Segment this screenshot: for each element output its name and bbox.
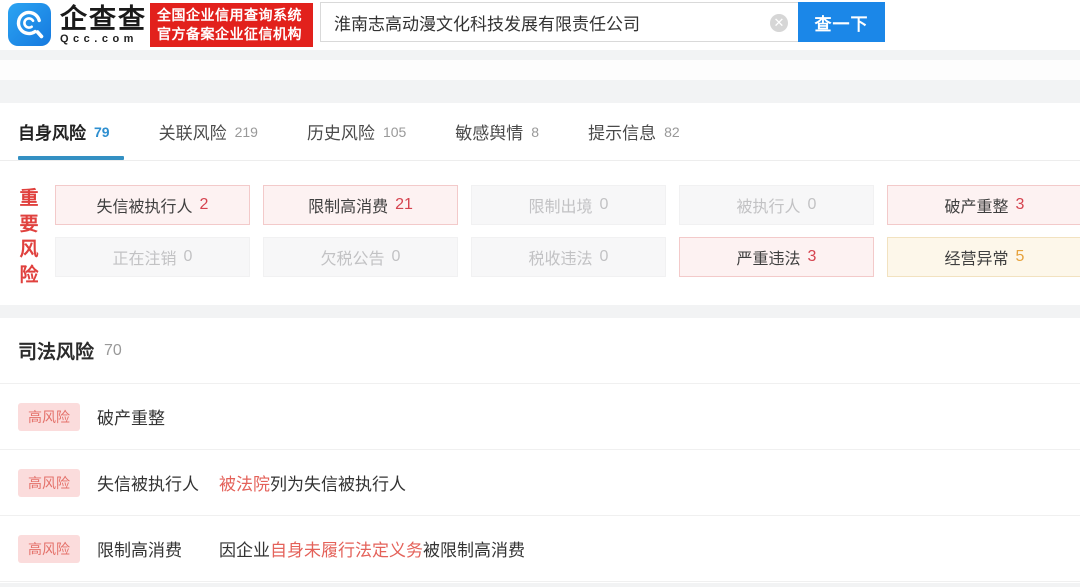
risk-button-label: 税收违法 [529, 245, 593, 269]
search-input[interactable] [321, 3, 798, 41]
risk-desc-segment: 被限制高消费 [423, 541, 525, 560]
risk-button-count: 2 [200, 196, 209, 214]
certification-badge: 全国企业信用查询系统 官方备案企业征信机构 [150, 3, 313, 47]
header: 企查查 Qcc.com 全国企业信用查询系统 官方备案企业征信机构 ✕ 查一下 [0, 0, 1080, 50]
content-divider-strip [0, 60, 1080, 80]
risk-button-tax-arrears[interactable]: 欠税公告 0 [263, 237, 458, 277]
risk-desc-segment: 因企业 [219, 541, 270, 560]
risk-button-label: 经营异常 [945, 245, 1009, 269]
certification-badge-line2: 官方备案企业征信机构 [157, 25, 313, 44]
risk-button-count: 3 [1016, 196, 1025, 214]
risk-button-consumption-restriction[interactable]: 限制高消费 21 [263, 185, 458, 225]
risk-button-label: 欠税公告 [321, 245, 385, 269]
risk-button-count: 0 [184, 248, 193, 266]
tab-count: 105 [383, 124, 406, 140]
important-risk-grid: 失信被执行人 2 限制高消费 21 限制出境 0 被执行人 0 破产重整 3 正… [55, 185, 1080, 277]
judicial-risk-header: 司法风险 70 [0, 318, 1080, 384]
risk-desc-segment-highlight: 被法院 [219, 475, 270, 494]
tab-sensitive-sentiment[interactable]: 敏感舆情 8 [455, 103, 539, 160]
important-risk-label: 重要风险 [17, 186, 41, 288]
risk-description: 被法院列为失信被执行人 [219, 470, 406, 495]
section-title: 司法风险 [18, 337, 94, 364]
clear-icon[interactable]: ✕ [770, 14, 788, 32]
risk-level-badge: 高风险 [18, 403, 80, 431]
tab-count: 82 [664, 124, 680, 140]
tab-count: 8 [531, 124, 539, 140]
risk-button-count: 0 [808, 196, 817, 214]
tab-count: 219 [235, 124, 258, 140]
search-button[interactable]: 查一下 [798, 2, 885, 42]
risk-button-label: 破产重整 [945, 193, 1009, 217]
qcc-logo[interactable]: 企查查 Qcc.com [8, 3, 147, 46]
risk-level-badge: 高风险 [18, 535, 80, 563]
tab-label: 历史风险 [307, 119, 375, 144]
risk-button-count: 0 [392, 248, 401, 266]
risk-button-operation-abnormal[interactable]: 经营异常 5 [887, 237, 1080, 277]
logo-subtitle: Qcc.com [60, 33, 147, 46]
tab-self-risk[interactable]: 自身风险 79 [18, 103, 110, 160]
risk-button-exit-restriction[interactable]: 限制出境 0 [471, 185, 666, 225]
certification-badge-line1: 全国企业信用查询系统 [157, 6, 313, 25]
tab-history-risk[interactable]: 历史风险 105 [307, 103, 406, 160]
risk-button-count: 5 [1016, 248, 1025, 266]
risk-button-count: 0 [600, 196, 609, 214]
risk-name: 破产重整 [97, 404, 219, 429]
search-box: ✕ [320, 2, 798, 42]
risk-button-tax-violation[interactable]: 税收违法 0 [471, 237, 666, 277]
risk-button-count: 3 [808, 248, 817, 266]
risk-desc-segment: 列为失信被执行人 [270, 475, 406, 494]
risk-button-serious-violation[interactable]: 严重违法 3 [679, 237, 874, 277]
judicial-risk-row-consumption-restriction[interactable]: 高风险 限制高消费 因企业自身未履行法定义务被限制高消费 [0, 516, 1080, 582]
risk-level-badge: 高风险 [18, 469, 80, 497]
important-risk-area: 重要风险 失信被执行人 2 限制高消费 21 限制出境 0 被执行人 0 破产重… [0, 161, 1080, 277]
logo-text: 企查查 Qcc.com [60, 3, 147, 46]
risk-button-label: 限制高消费 [308, 193, 388, 217]
risk-overview-card: 自身风险 79 关联风险 219 历史风险 105 敏感舆情 8 提示信息 82… [0, 103, 1080, 305]
risk-desc-segment-highlight: 自身未履行法定义务 [270, 541, 423, 560]
risk-description: 因企业自身未履行法定义务被限制高消费 [219, 536, 525, 561]
qcc-logo-icon [8, 3, 51, 46]
risk-button-label: 正在注销 [113, 245, 177, 269]
section-count: 70 [104, 342, 122, 360]
risk-tabs: 自身风险 79 关联风险 219 历史风险 105 敏感舆情 8 提示信息 82 [0, 103, 1080, 161]
risk-name: 限制高消费 [97, 536, 219, 561]
tab-label: 关联风险 [159, 119, 227, 144]
risk-button-label: 限制出境 [529, 193, 593, 217]
risk-button-bankruptcy[interactable]: 破产重整 3 [887, 185, 1080, 225]
tab-notice-info[interactable]: 提示信息 82 [588, 103, 680, 160]
risk-button-count: 21 [395, 196, 413, 214]
judicial-risk-card: 司法风险 70 高风险 破产重整 高风险 失信被执行人 被法院列为失信被执行人 … [0, 318, 1080, 583]
judicial-risk-row-bankruptcy[interactable]: 高风险 破产重整 [0, 384, 1080, 450]
tab-label: 提示信息 [588, 119, 656, 144]
risk-button-label: 被执行人 [737, 193, 801, 217]
judicial-risk-row-dishonest-executee[interactable]: 高风险 失信被执行人 被法院列为失信被执行人 [0, 450, 1080, 516]
tab-related-risk[interactable]: 关联风险 219 [159, 103, 258, 160]
risk-button-label: 失信被执行人 [97, 193, 193, 217]
logo-title: 企查查 [60, 5, 147, 33]
risk-name: 失信被执行人 [97, 470, 219, 495]
risk-button-dishonest-executee[interactable]: 失信被执行人 2 [55, 185, 250, 225]
tab-count: 79 [94, 124, 110, 140]
risk-button-count: 0 [600, 248, 609, 266]
tab-label: 自身风险 [18, 119, 86, 144]
risk-button-cancelling[interactable]: 正在注销 0 [55, 237, 250, 277]
risk-button-label: 严重违法 [737, 245, 801, 269]
page-bottom-strip [0, 583, 1080, 587]
tab-label: 敏感舆情 [455, 119, 523, 144]
risk-button-executee[interactable]: 被执行人 0 [679, 185, 874, 225]
